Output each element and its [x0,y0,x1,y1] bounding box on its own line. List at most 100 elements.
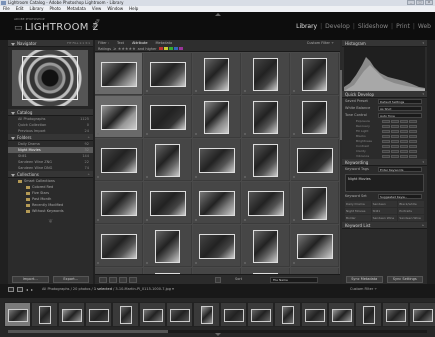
catalog-header[interactable]: Catalog [8,109,93,116]
grid-cell[interactable] [144,182,192,224]
stepper-button[interactable] [409,140,417,143]
grid-thumbnail[interactable] [297,148,333,173]
stepper-button[interactable] [391,130,399,133]
stepper-button[interactable] [391,135,399,138]
color-label-swatch[interactable] [163,46,168,50]
keyword-suggestion[interactable]: Night Movies [345,208,371,214]
grid-thumbnail[interactable] [101,62,137,87]
grid-thumbnail[interactable] [155,144,180,177]
quick-develop-header[interactable]: Quick Develop ▾ [342,91,427,98]
quick-develop-dropdown[interactable]: Default Settings [378,99,422,104]
keyword-set-dropdown[interactable]: Suggested Keyw... [378,194,422,199]
filmstrip-scroll-thumb[interactable] [8,330,168,333]
compare-view-icon[interactable] [119,277,127,283]
grid-thumbnail[interactable] [150,105,186,130]
stepper-button[interactable] [382,155,390,158]
maximize-button[interactable]: □ [416,0,424,5]
filmstrip-thumbnail[interactable] [301,302,328,327]
stepper-button[interactable] [400,125,408,128]
export-button[interactable]: Export... [52,276,89,283]
keyword-suggestion[interactable]: Portraits [398,208,424,214]
filmstrip-thumbnail[interactable] [382,302,409,327]
grid-cell[interactable] [291,225,339,267]
grid-thumbnail[interactable] [248,191,284,216]
filmstrip-thumbnail[interactable] [274,302,301,327]
sync-settings-button[interactable]: Sync Settings [386,276,423,283]
stepper-button[interactable] [409,120,417,123]
grid-cell[interactable] [193,225,241,267]
grid-thumbnail[interactable] [199,234,235,259]
stepper-button[interactable] [409,125,417,128]
bottom-panel-toggle-icon[interactable] [215,333,221,336]
color-label-swatch[interactable] [158,46,163,50]
keyword-suggestion[interactable]: Bolder [345,215,371,221]
stepper-button[interactable] [391,120,399,123]
stepper-button[interactable] [409,130,417,133]
grid-thumbnail[interactable] [302,58,327,91]
color-label-swatch[interactable] [178,46,183,50]
grid-cell[interactable] [193,96,241,138]
loupe-view-icon[interactable] [109,277,117,283]
quick-develop-dropdown[interactable]: As Shot [378,106,422,111]
module-library[interactable]: Library [296,23,317,30]
stepper-button[interactable] [382,150,390,153]
stepper-button[interactable] [382,135,390,138]
grid-thumbnail[interactable] [253,144,278,177]
grid-cell[interactable] [144,225,192,267]
grid-thumbnail[interactable] [150,191,186,216]
keyword-suggestion[interactable]: Black/white [398,201,424,207]
navigator-selection[interactable] [22,56,78,100]
filter-tab[interactable]: Metadata [156,41,173,45]
grid-thumbnail[interactable] [204,101,229,134]
grid-cell[interactable] [291,182,339,224]
grid-cell[interactable] [242,96,290,138]
module-web[interactable]: Web [418,23,431,30]
top-panel-toggle-icon[interactable] [215,13,221,16]
keyword-suggestion[interactable]: Sandeen Wine [398,215,424,221]
stepper-button[interactable] [391,145,399,148]
collections-header[interactable]: Collections + [8,171,93,178]
keyword-suggestion[interactable]: Still1 [371,208,398,214]
navigator-header[interactable]: Navigator FIT FILL 1:1 3:1 [8,40,93,47]
stepper-button[interactable] [391,140,399,143]
filter-tab[interactable]: Attribute [132,41,147,45]
grid-cell[interactable] [144,139,192,181]
grid-cell[interactable] [242,53,290,95]
color-label-swatch[interactable] [173,46,178,50]
grid-thumbnail[interactable] [302,187,327,220]
filmstrip-thumbnail[interactable] [85,302,112,327]
grid-cell[interactable] [95,225,143,267]
filmstrip-thumbnail[interactable] [247,302,274,327]
grid-thumbnail[interactable] [101,234,137,259]
add-collection-icon[interactable]: + [87,171,90,178]
keyword-suggestion[interactable]: Sandeen Wine [371,215,398,221]
stepper-button[interactable] [409,135,417,138]
survey-view-icon[interactable] [129,277,137,283]
grid-cell[interactable] [95,182,143,224]
filmstrip-thumbnail[interactable] [31,302,58,327]
quick-develop-dropdown[interactable]: Auto Tone [378,113,422,118]
keyword-tags-dropdown[interactable]: Enter Keywords [378,167,422,172]
folders-header[interactable]: Folders + [8,134,93,141]
keyword-suggestion[interactable]: Daily Drama [345,201,371,207]
color-label-swatch[interactable] [168,46,173,50]
stepper-button[interactable] [382,145,390,148]
grid-thumbnail[interactable] [199,191,235,216]
rating-stars[interactable]: ≥ ★★★★★ [113,46,136,51]
custom-filter-dropdown[interactable]: Custom Filter ÷ [307,41,334,45]
close-button[interactable]: X [425,0,433,5]
stepper-button[interactable] [400,130,408,133]
keywording-header[interactable]: Keywording ▾ [342,159,427,166]
stepper-button[interactable] [409,150,417,153]
grid-cell[interactable] [242,225,290,267]
stepper-button[interactable] [400,120,408,123]
add-folder-icon[interactable]: + [87,134,90,141]
filmstrip-source[interactable]: All Photographs / 20 photos / 1 selected… [42,287,174,291]
filmstrip-thumbnail[interactable] [328,302,355,327]
import-button[interactable]: Import... [12,276,49,283]
stepper-button[interactable] [400,145,408,148]
grid-cell[interactable] [144,96,192,138]
stepper-button[interactable] [382,120,390,123]
grid-cell[interactable] [95,96,143,138]
filter-tab[interactable]: Text [117,41,124,45]
